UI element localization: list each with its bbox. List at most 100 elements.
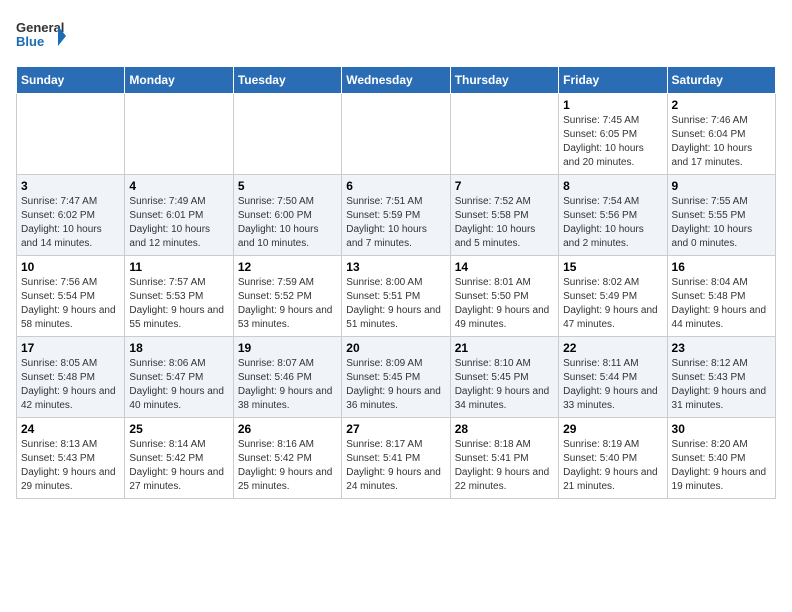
day-info: Sunrise: 8:00 AM Sunset: 5:51 PM Dayligh… (346, 276, 445, 332)
day-number: 17 (21, 341, 120, 355)
calendar-cell: 24Sunrise: 8:13 AM Sunset: 5:43 PM Dayli… (17, 418, 125, 499)
day-number: 20 (346, 341, 445, 355)
day-info: Sunrise: 7:59 AM Sunset: 5:52 PM Dayligh… (238, 276, 337, 332)
day-number: 25 (129, 422, 228, 436)
calendar-week-row: 1 Sunrise: 7:45 AM Sunset: 6:05 PM Daylig… (17, 94, 776, 175)
calendar-cell: 25 Sunrise: 8:14 AM Sunset: 5:42 PM Dayli… (125, 418, 233, 499)
day-number: 30 (672, 422, 771, 436)
calendar-week-row: 17 Sunrise: 8:05 AM Sunset: 5:48 PM Dayli… (17, 337, 776, 418)
day-number: 11 (129, 260, 228, 274)
day-info: Sunrise: 8:13 AM Sunset: 5:43 PM Dayligh… (21, 438, 120, 494)
day-header-sunday: Sunday (17, 67, 125, 94)
svg-text:General: General (16, 20, 64, 35)
calendar-cell: 4Sunrise: 7:49 AM Sunset: 6:01 PM Daylig… (125, 175, 233, 256)
calendar-cell: 1 Sunrise: 7:45 AM Sunset: 6:05 PM Daylig… (559, 94, 667, 175)
day-info: Sunrise: 8:04 AM Sunset: 5:48 PM Dayligh… (672, 276, 771, 332)
calendar-cell: 14Sunrise: 8:01 AM Sunset: 5:50 PM Dayli… (450, 256, 558, 337)
day-info: Sunrise: 7:45 AM Sunset: 6:05 PM Dayligh… (563, 114, 662, 170)
calendar-cell: 11Sunrise: 7:57 AM Sunset: 5:53 PM Dayli… (125, 256, 233, 337)
day-number: 1 (563, 98, 662, 112)
day-header-monday: Monday (125, 67, 233, 94)
day-number: 9 (672, 179, 771, 193)
calendar-cell: 28 Sunrise: 8:18 AM Sunset: 5:41 PM Dayli… (450, 418, 558, 499)
calendar-cell: 18 Sunrise: 8:06 AM Sunset: 5:47 PM Dayli… (125, 337, 233, 418)
calendar-cell: 2Sunrise: 7:46 AM Sunset: 6:04 PM Daylig… (667, 94, 775, 175)
day-info: Sunrise: 7:46 AM Sunset: 6:04 PM Dayligh… (672, 114, 771, 170)
calendar-cell: 15 Sunrise: 8:02 AM Sunset: 5:49 PM Dayli… (559, 256, 667, 337)
logo-svg: General Blue (16, 16, 66, 58)
day-info: Sunrise: 8:05 AM Sunset: 5:48 PM Dayligh… (21, 357, 120, 413)
day-number: 16 (672, 260, 771, 274)
day-number: 5 (238, 179, 337, 193)
calendar-cell (233, 94, 341, 175)
day-header-wednesday: Wednesday (342, 67, 450, 94)
calendar-week-row: 24Sunrise: 8:13 AM Sunset: 5:43 PM Dayli… (17, 418, 776, 499)
day-number: 19 (238, 341, 337, 355)
day-number: 22 (563, 341, 662, 355)
day-header-friday: Friday (559, 67, 667, 94)
logo: General Blue (16, 16, 66, 58)
day-info: Sunrise: 8:19 AM Sunset: 5:40 PM Dayligh… (563, 438, 662, 494)
day-info: Sunrise: 8:10 AM Sunset: 5:45 PM Dayligh… (455, 357, 554, 413)
calendar-week-row: 10Sunrise: 7:56 AM Sunset: 5:54 PM Dayli… (17, 256, 776, 337)
day-number: 7 (455, 179, 554, 193)
day-info: Sunrise: 7:47 AM Sunset: 6:02 PM Dayligh… (21, 195, 120, 251)
calendar-cell: 20 Sunrise: 8:09 AM Sunset: 5:45 PM Dayli… (342, 337, 450, 418)
day-number: 15 (563, 260, 662, 274)
calendar-cell: 12 Sunrise: 7:59 AM Sunset: 5:52 PM Dayli… (233, 256, 341, 337)
day-info: Sunrise: 8:20 AM Sunset: 5:40 PM Dayligh… (672, 438, 771, 494)
day-number: 12 (238, 260, 337, 274)
calendar-cell (450, 94, 558, 175)
calendar-cell: 9 Sunrise: 7:55 AM Sunset: 5:55 PM Daylig… (667, 175, 775, 256)
day-number: 27 (346, 422, 445, 436)
calendar-header-row: SundayMondayTuesdayWednesdayThursdayFrid… (17, 67, 776, 94)
calendar-cell: 3 Sunrise: 7:47 AM Sunset: 6:02 PM Daylig… (17, 175, 125, 256)
calendar-cell: 26 Sunrise: 8:16 AM Sunset: 5:42 PM Dayli… (233, 418, 341, 499)
day-number: 14 (455, 260, 554, 274)
calendar-cell: 6Sunrise: 7:51 AM Sunset: 5:59 PM Daylig… (342, 175, 450, 256)
day-info: Sunrise: 7:50 AM Sunset: 6:00 PM Dayligh… (238, 195, 337, 251)
day-number: 29 (563, 422, 662, 436)
svg-text:Blue: Blue (16, 34, 44, 49)
calendar-cell (17, 94, 125, 175)
calendar-cell: 30 Sunrise: 8:20 AM Sunset: 5:40 PM Dayli… (667, 418, 775, 499)
calendar-cell: 22Sunrise: 8:11 AM Sunset: 5:44 PM Dayli… (559, 337, 667, 418)
calendar-cell: 5 Sunrise: 7:50 AM Sunset: 6:00 PM Daylig… (233, 175, 341, 256)
day-info: Sunrise: 7:56 AM Sunset: 5:54 PM Dayligh… (21, 276, 120, 332)
calendar-table: SundayMondayTuesdayWednesdayThursdayFrid… (16, 66, 776, 499)
calendar-cell: 16 Sunrise: 8:04 AM Sunset: 5:48 PM Dayli… (667, 256, 775, 337)
day-header-tuesday: Tuesday (233, 67, 341, 94)
calendar-cell: 19 Sunrise: 8:07 AM Sunset: 5:46 PM Dayli… (233, 337, 341, 418)
day-info: Sunrise: 8:14 AM Sunset: 5:42 PM Dayligh… (129, 438, 228, 494)
header: General Blue (16, 16, 776, 58)
calendar-cell: 17 Sunrise: 8:05 AM Sunset: 5:48 PM Dayli… (17, 337, 125, 418)
day-number: 28 (455, 422, 554, 436)
calendar-cell: 13 Sunrise: 8:00 AM Sunset: 5:51 PM Dayli… (342, 256, 450, 337)
calendar-cell (125, 94, 233, 175)
day-info: Sunrise: 8:06 AM Sunset: 5:47 PM Dayligh… (129, 357, 228, 413)
day-header-saturday: Saturday (667, 67, 775, 94)
calendar-week-row: 3 Sunrise: 7:47 AM Sunset: 6:02 PM Daylig… (17, 175, 776, 256)
calendar-cell: 21Sunrise: 8:10 AM Sunset: 5:45 PM Dayli… (450, 337, 558, 418)
day-number: 3 (21, 179, 120, 193)
calendar-cell: 10Sunrise: 7:56 AM Sunset: 5:54 PM Dayli… (17, 256, 125, 337)
calendar-cell: 23 Sunrise: 8:12 AM Sunset: 5:43 PM Dayli… (667, 337, 775, 418)
day-number: 13 (346, 260, 445, 274)
calendar-cell: 7 Sunrise: 7:52 AM Sunset: 5:58 PM Daylig… (450, 175, 558, 256)
day-info: Sunrise: 8:12 AM Sunset: 5:43 PM Dayligh… (672, 357, 771, 413)
day-info: Sunrise: 8:07 AM Sunset: 5:46 PM Dayligh… (238, 357, 337, 413)
day-info: Sunrise: 8:18 AM Sunset: 5:41 PM Dayligh… (455, 438, 554, 494)
day-number: 8 (563, 179, 662, 193)
calendar-cell: 29 Sunrise: 8:19 AM Sunset: 5:40 PM Dayli… (559, 418, 667, 499)
day-info: Sunrise: 8:09 AM Sunset: 5:45 PM Dayligh… (346, 357, 445, 413)
day-number: 18 (129, 341, 228, 355)
day-info: Sunrise: 7:51 AM Sunset: 5:59 PM Dayligh… (346, 195, 445, 251)
day-info: Sunrise: 8:02 AM Sunset: 5:49 PM Dayligh… (563, 276, 662, 332)
day-number: 26 (238, 422, 337, 436)
day-number: 23 (672, 341, 771, 355)
day-info: Sunrise: 7:52 AM Sunset: 5:58 PM Dayligh… (455, 195, 554, 251)
day-info: Sunrise: 8:16 AM Sunset: 5:42 PM Dayligh… (238, 438, 337, 494)
day-info: Sunrise: 8:17 AM Sunset: 5:41 PM Dayligh… (346, 438, 445, 494)
day-info: Sunrise: 7:54 AM Sunset: 5:56 PM Dayligh… (563, 195, 662, 251)
day-info: Sunrise: 7:55 AM Sunset: 5:55 PM Dayligh… (672, 195, 771, 251)
